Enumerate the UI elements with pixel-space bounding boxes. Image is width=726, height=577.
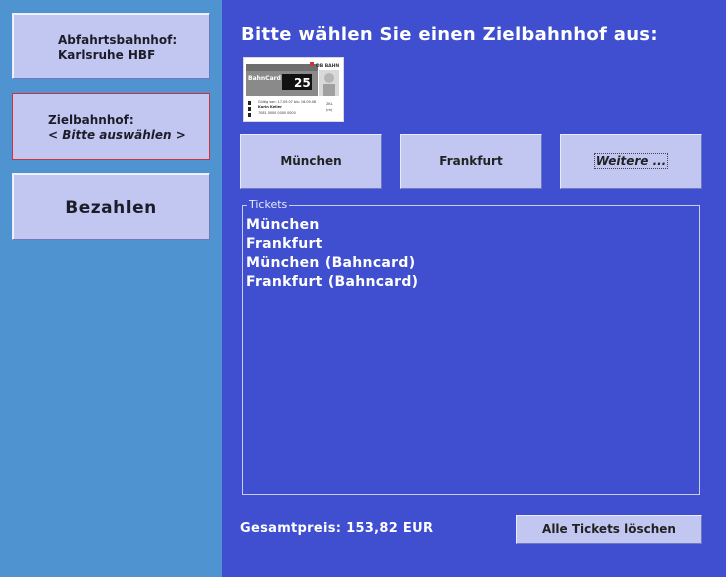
bahncard-brand: DB BAHN [316,63,339,69]
main-panel: Bitte wählen Sie einen Zielbahnhof aus: … [222,0,726,577]
destination-frankfurt-label: Frankfurt [439,154,503,168]
ticket-item[interactable]: Frankfurt (Bahncard) [246,273,418,292]
tickets-list-box[interactable]: Tickets München Frankfurt München (Bahnc… [242,198,700,495]
ticket-item[interactable]: Frankfurt [246,235,418,254]
ticket-list: München Frankfurt München (Bahncard) Fra… [246,216,418,292]
origin-label: Abfahrtsbahnhof: [58,33,178,47]
bahncard-card-number: 7081 0000 0000 0000 [258,111,296,115]
sidebar: Abfahrtsbahnhof: Karlsruhe HBF Zielbahnh… [0,0,222,577]
bahncard-class-2: (m) [326,108,333,112]
destination-munich-label: München [280,154,342,168]
tickets-legend: Tickets [247,198,290,211]
origin-station-button[interactable]: Abfahrtsbahnhof: Karlsruhe HBF [12,13,210,79]
destination-value: < Bitte auswählen > [48,128,186,142]
ticket-item[interactable]: München [246,216,418,235]
bahncard-image[interactable]: BahnCard 25 DB BAHN Gültig von: 17.09.07… [243,57,344,122]
destination-munich-button[interactable]: München [240,134,382,189]
bahncard-label: BahnCard [248,75,281,82]
pay-button[interactable]: Bezahlen [12,173,210,240]
page-title: Bitte wählen Sie einen Zielbahnhof aus: [241,24,658,45]
clear-tickets-label: Alle Tickets löschen [542,522,676,536]
ticket-item[interactable]: München (Bahncard) [246,254,418,273]
destination-frankfurt-button[interactable]: Frankfurt [400,134,542,189]
destination-label: Zielbahnhof: [48,113,134,127]
more-destinations-button[interactable]: Weitere ... [560,134,702,189]
bahncard-holder: Karin Keller [258,105,282,109]
clear-tickets-button[interactable]: Alle Tickets löschen [516,515,702,544]
more-destinations-label: Weitere ... [593,153,669,169]
destination-station-button[interactable]: Zielbahnhof: < Bitte auswählen > [12,93,210,160]
total-price: Gesamtpreis: 153,82 EUR [240,521,434,536]
bahncard-graphic: BahnCard 25 DB BAHN Gültig von: 17.09.07… [244,58,343,121]
origin-value: Karlsruhe HBF [58,48,156,62]
bahncard-valid: Gültig von: 17.09.07 bis: 16.09.08 [258,100,316,104]
bahncard-class-1: 2KL [326,102,333,106]
pay-button-label: Bezahlen [65,198,157,218]
bahncard-number: 25 [294,76,311,90]
